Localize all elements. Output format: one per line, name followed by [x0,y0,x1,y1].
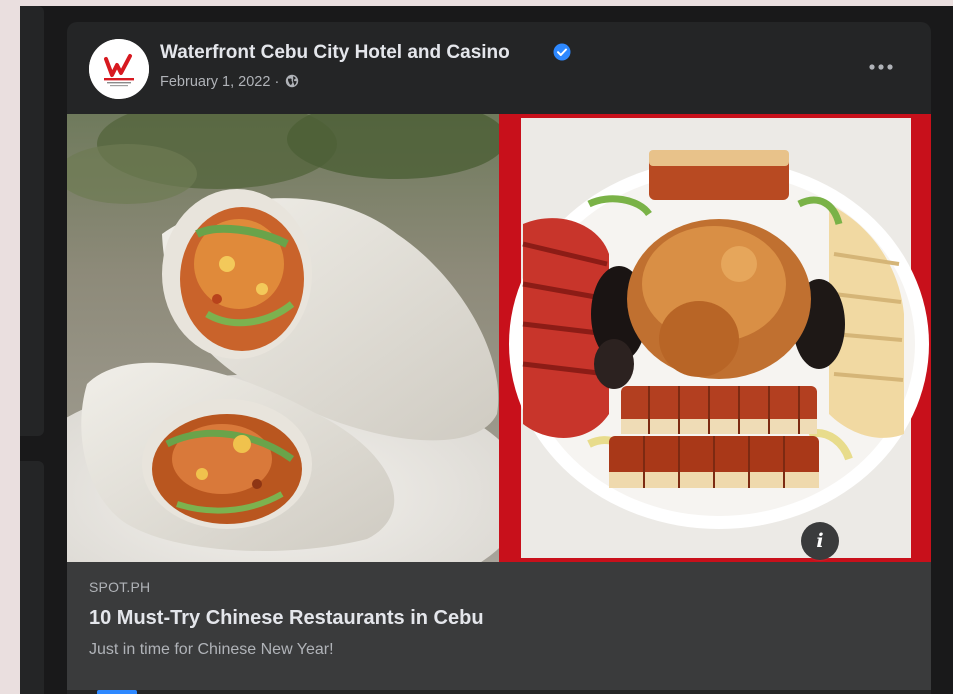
info-button[interactable]: i [801,522,839,560]
globe-icon[interactable] [285,74,299,88]
spring-roll-photo [67,114,499,562]
post-options-button[interactable] [861,49,901,85]
waterfront-logo-icon [89,39,149,99]
page-name-link[interactable]: Waterfront Cebu City Hotel and Casino [160,42,510,64]
post-footer-edge [67,690,931,694]
link-preview-image[interactable] [67,114,931,562]
meta-separator: · [274,74,280,90]
left-column-panel [20,6,44,436]
post-meta: February 1, 2022 · [160,74,299,90]
verified-badge-icon [553,43,571,61]
feed-post: Waterfront Cebu City Hotel and Casino Fe… [67,22,931,694]
post-date-link[interactable]: February 1, 2022 [160,74,270,90]
more-options-icon [869,64,893,70]
link-domain: SPOT.PH [89,579,151,595]
link-title[interactable]: 10 Must-Try Chinese Restaurants in Cebu [89,607,484,630]
reaction-icon-partial [97,690,137,694]
left-column-panel-lower [20,461,44,694]
link-preview[interactable]: SPOT.PH 10 Must-Try Chinese Restaurants … [67,562,931,690]
page-avatar[interactable] [89,39,149,99]
info-icon: i [816,530,824,552]
link-subtitle: Just in time for Chinese New Year! [89,641,334,658]
post-header: Waterfront Cebu City Hotel and Casino Fe… [67,22,931,114]
platter-photo [499,114,931,562]
